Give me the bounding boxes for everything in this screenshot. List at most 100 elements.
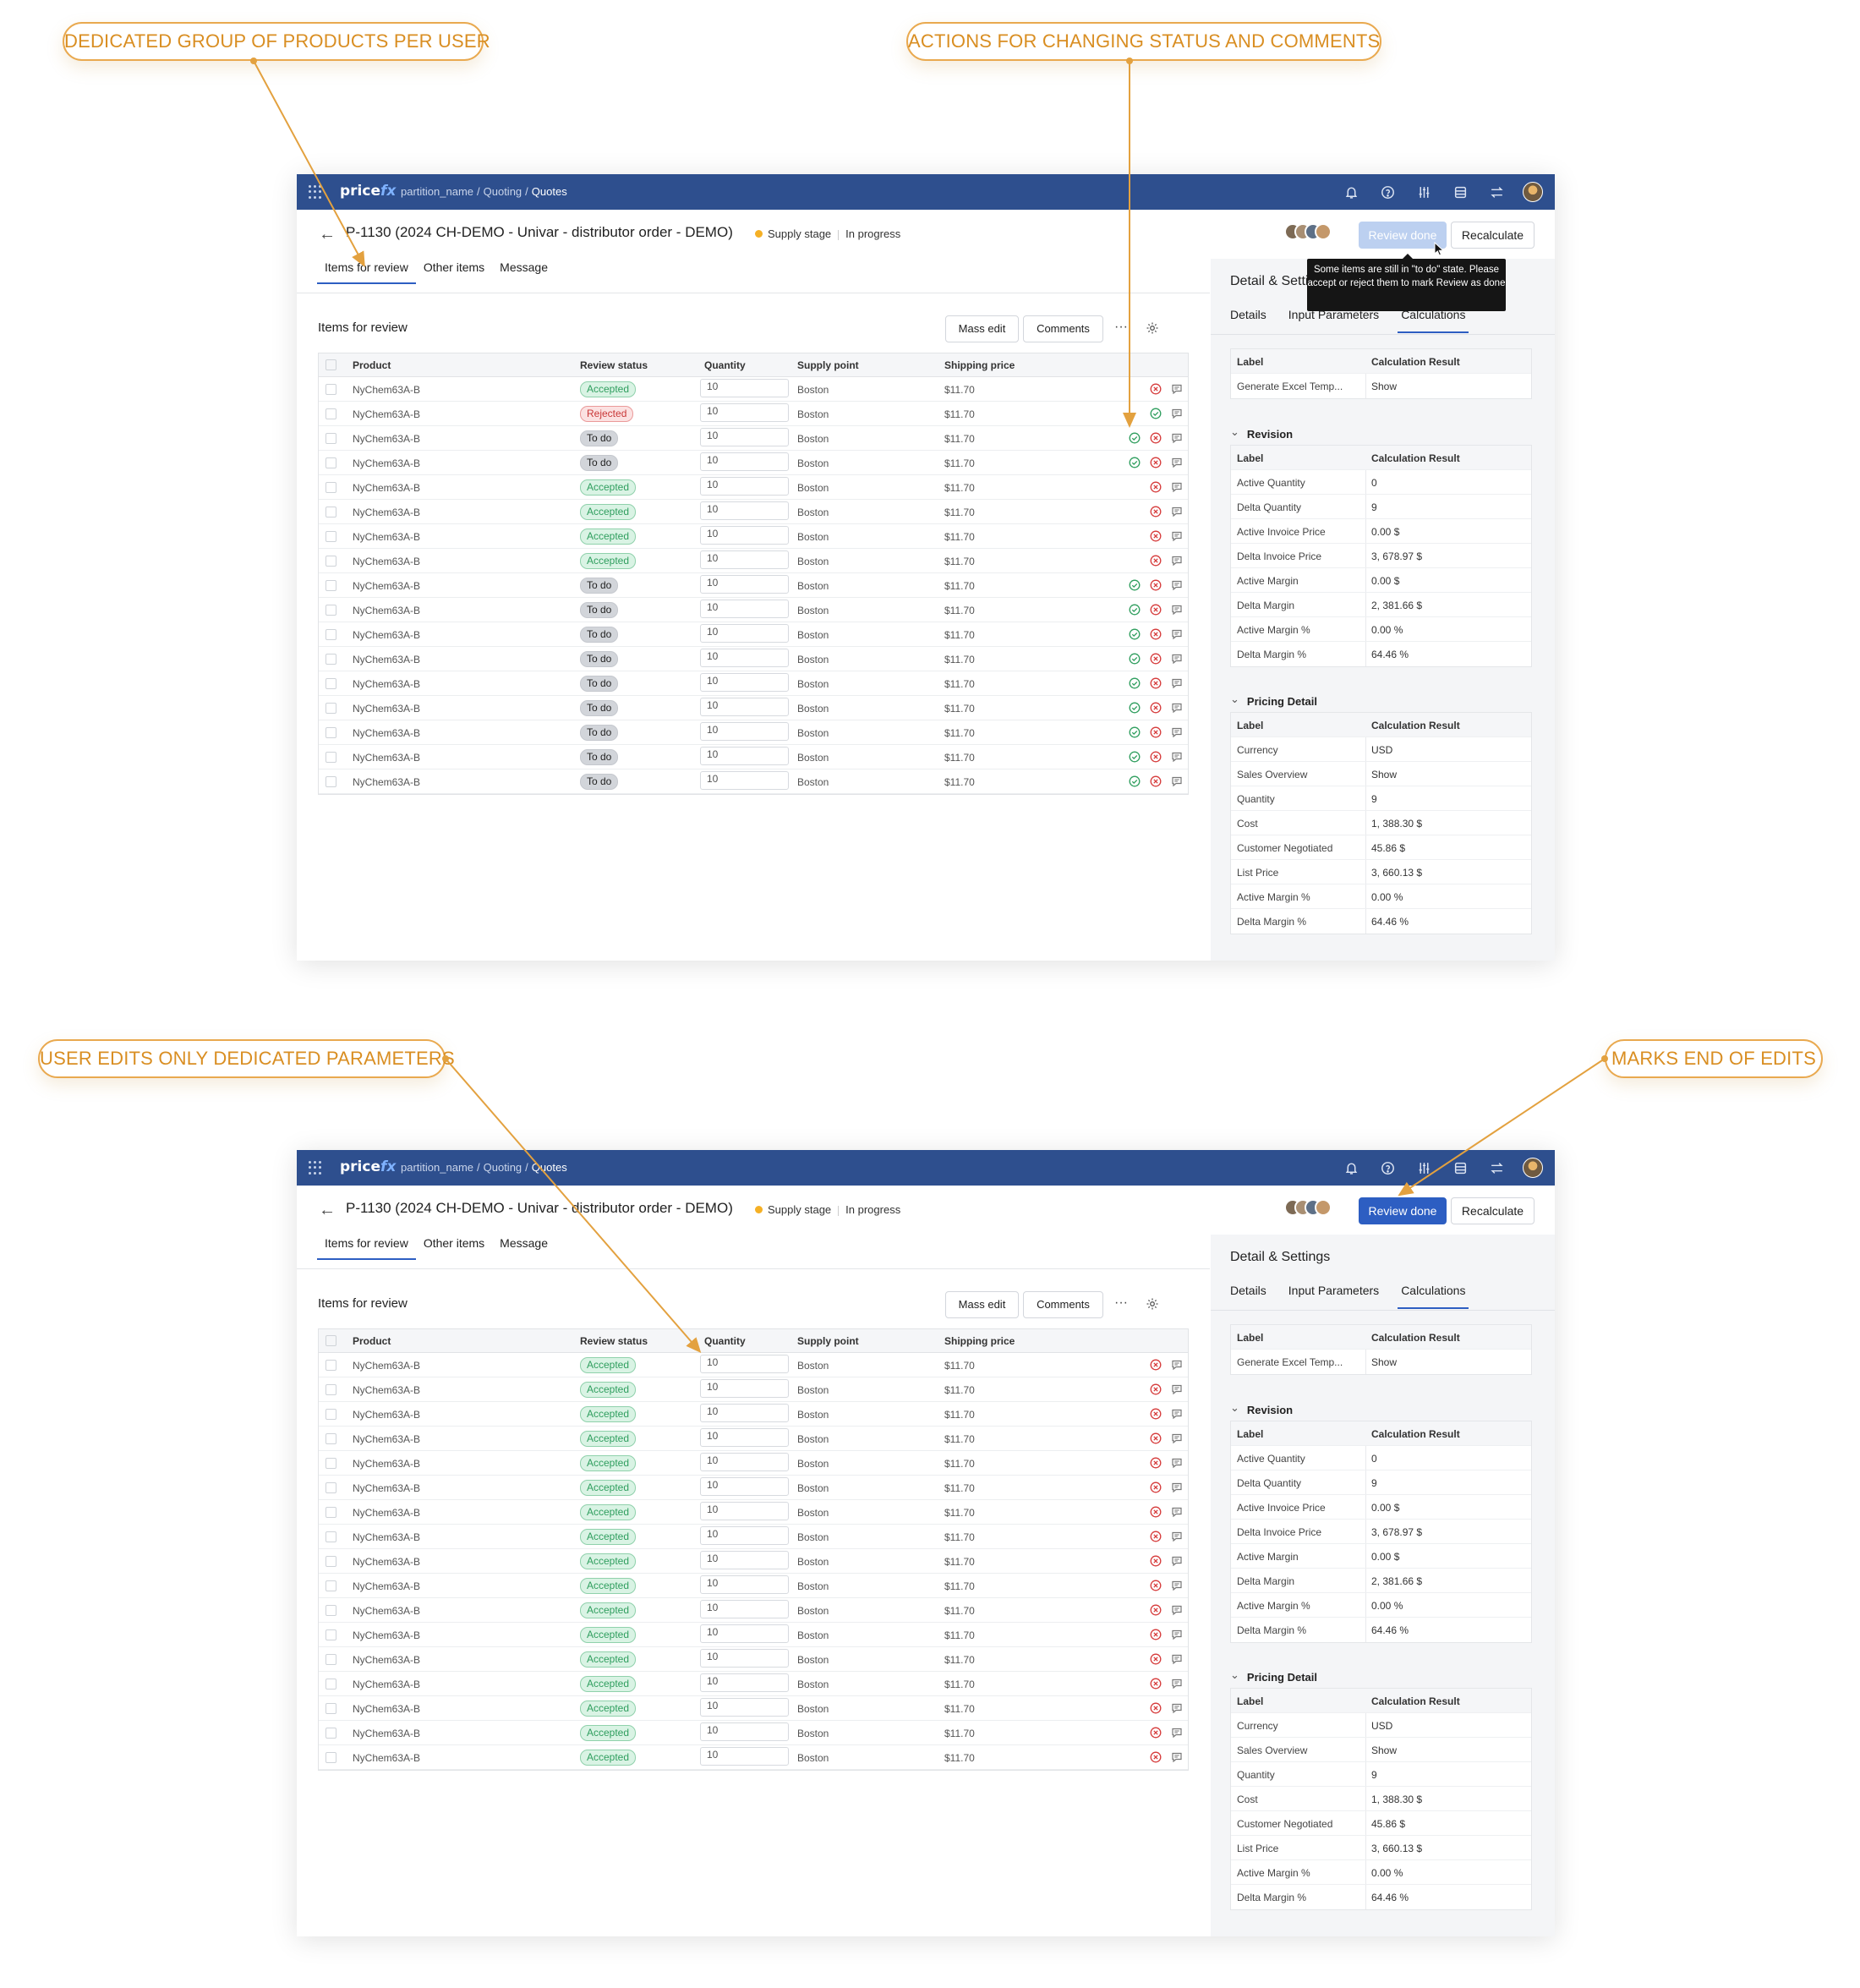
row-checkbox[interactable] bbox=[326, 703, 336, 714]
comment-icon[interactable] bbox=[1171, 628, 1183, 640]
comment-icon[interactable] bbox=[1171, 1751, 1183, 1763]
table-row[interactable]: NyChem63A-B Rejected 10 Boston $11.70 bbox=[319, 402, 1188, 426]
table-row[interactable]: NyChem63A-B Accepted 10 Boston $11.70 bbox=[319, 475, 1188, 500]
row-checkbox[interactable] bbox=[326, 605, 336, 616]
comment-icon[interactable] bbox=[1171, 751, 1183, 763]
breadcrumb-item[interactable]: Quotes bbox=[532, 1161, 567, 1174]
row-checkbox[interactable] bbox=[326, 1531, 336, 1542]
table-row[interactable]: NyChem63A-B To do 10 Boston $11.70 bbox=[319, 451, 1188, 475]
reject-icon[interactable] bbox=[1150, 1506, 1162, 1518]
table-row[interactable]: NyChem63A-B To do 10 Boston $11.70 bbox=[319, 426, 1188, 451]
reject-icon[interactable] bbox=[1150, 1580, 1162, 1591]
column-header[interactable]: Product bbox=[353, 359, 391, 371]
table-row[interactable]: NyChem63A-B Accepted 10 Boston $11.70 bbox=[319, 524, 1188, 549]
comment-icon[interactable] bbox=[1171, 555, 1183, 567]
table-row[interactable]: NyChem63A-B To do 10 Boston $11.70 bbox=[319, 696, 1188, 720]
quantity-input[interactable]: 10 bbox=[700, 1379, 789, 1398]
row-checkbox[interactable] bbox=[326, 507, 336, 518]
app-grid-icon[interactable] bbox=[309, 185, 322, 199]
quantity-input[interactable]: 10 bbox=[700, 379, 789, 397]
breadcrumb-item[interactable]: Quotes bbox=[532, 185, 567, 198]
quantity-input[interactable]: 10 bbox=[700, 428, 789, 446]
reject-icon[interactable] bbox=[1150, 628, 1162, 640]
table-row[interactable]: NyChem63A-B Accepted 10 Boston $11.70 bbox=[319, 1353, 1188, 1377]
table-row[interactable]: NyChem63A-B To do 10 Boston $11.70 bbox=[319, 598, 1188, 622]
recalculate-button[interactable]: Recalculate bbox=[1451, 222, 1534, 249]
reject-icon[interactable] bbox=[1150, 1531, 1162, 1542]
column-header[interactable]: Review status bbox=[580, 359, 648, 371]
reject-icon[interactable] bbox=[1150, 702, 1162, 714]
show-link[interactable]: Show bbox=[1371, 381, 1397, 392]
accept-icon[interactable] bbox=[1129, 604, 1141, 616]
comments-button[interactable]: Comments bbox=[1023, 1291, 1103, 1318]
table-row[interactable]: NyChem63A-B Accepted 10 Boston $11.70 bbox=[319, 500, 1188, 524]
table-row[interactable]: NyChem63A-B Accepted 10 Boston $11.70 bbox=[319, 1696, 1188, 1721]
comment-icon[interactable] bbox=[1171, 1408, 1183, 1420]
quantity-input[interactable]: 10 bbox=[700, 600, 789, 618]
row-checkbox[interactable] bbox=[326, 1752, 336, 1763]
reject-icon[interactable] bbox=[1150, 751, 1162, 763]
reject-icon[interactable] bbox=[1150, 457, 1162, 468]
reject-icon[interactable] bbox=[1150, 1457, 1162, 1469]
column-header[interactable]: Shipping price bbox=[944, 359, 1015, 371]
sliders-icon[interactable] bbox=[1414, 1158, 1434, 1178]
comment-icon[interactable] bbox=[1171, 775, 1183, 787]
reject-icon[interactable] bbox=[1150, 604, 1162, 616]
comment-icon[interactable] bbox=[1171, 1653, 1183, 1665]
table-row[interactable]: NyChem63A-B Accepted 10 Boston $11.70 bbox=[319, 1451, 1188, 1476]
column-header[interactable]: Product bbox=[353, 1335, 391, 1347]
row-checkbox[interactable] bbox=[326, 1458, 336, 1469]
comment-icon[interactable] bbox=[1171, 432, 1183, 444]
user-avatar[interactable] bbox=[1523, 182, 1543, 202]
row-checkbox[interactable] bbox=[326, 482, 336, 493]
reject-icon[interactable] bbox=[1150, 775, 1162, 787]
quantity-input[interactable]: 10 bbox=[700, 1624, 789, 1643]
breadcrumb-item[interactable]: partition_name bbox=[401, 185, 473, 198]
row-checkbox[interactable] bbox=[326, 1482, 336, 1493]
swap-icon[interactable] bbox=[1486, 1158, 1507, 1178]
select-all-checkbox[interactable] bbox=[326, 1335, 336, 1346]
quantity-input[interactable]: 10 bbox=[700, 1722, 789, 1741]
reject-icon[interactable] bbox=[1150, 481, 1162, 493]
table-row[interactable]: NyChem63A-B Accepted 10 Boston $11.70 bbox=[319, 1525, 1188, 1549]
reject-icon[interactable] bbox=[1150, 677, 1162, 689]
quantity-input[interactable]: 10 bbox=[700, 477, 789, 496]
table-row[interactable]: NyChem63A-B To do 10 Boston $11.70 bbox=[319, 769, 1188, 794]
show-link[interactable]: Show bbox=[1371, 769, 1397, 780]
row-checkbox[interactable] bbox=[326, 776, 336, 787]
comment-icon[interactable] bbox=[1171, 1359, 1183, 1371]
database-icon[interactable] bbox=[1450, 1158, 1470, 1178]
row-checkbox[interactable] bbox=[326, 654, 336, 665]
reject-icon[interactable] bbox=[1150, 1678, 1162, 1690]
table-row[interactable]: NyChem63A-B Accepted 10 Boston $11.70 bbox=[319, 549, 1188, 573]
user-avatar[interactable] bbox=[1523, 1158, 1543, 1178]
accept-icon[interactable] bbox=[1129, 677, 1141, 689]
comment-icon[interactable] bbox=[1171, 1383, 1183, 1395]
more-menu-icon[interactable]: ··· bbox=[1114, 320, 1128, 335]
reject-icon[interactable] bbox=[1150, 1383, 1162, 1395]
accept-icon[interactable] bbox=[1129, 702, 1141, 714]
reject-icon[interactable] bbox=[1150, 530, 1162, 542]
table-row[interactable]: NyChem63A-B Accepted 10 Boston $11.70 bbox=[319, 1476, 1188, 1500]
accept-icon[interactable] bbox=[1129, 628, 1141, 640]
reject-icon[interactable] bbox=[1150, 1408, 1162, 1420]
tab-details[interactable]: Details bbox=[1230, 308, 1266, 333]
comment-icon[interactable] bbox=[1171, 579, 1183, 591]
reject-icon[interactable] bbox=[1150, 1629, 1162, 1640]
tab-calculations[interactable]: Calculations bbox=[1398, 1284, 1469, 1309]
accept-icon[interactable] bbox=[1129, 579, 1141, 591]
tab-details[interactable]: Details bbox=[1230, 1284, 1266, 1309]
pricefx-logo[interactable]: pricefx bbox=[340, 183, 396, 200]
comment-icon[interactable] bbox=[1171, 1506, 1183, 1518]
quantity-input[interactable]: 10 bbox=[700, 747, 789, 765]
table-row[interactable]: NyChem63A-B Accepted 10 Boston $11.70 bbox=[319, 377, 1188, 402]
reject-icon[interactable] bbox=[1150, 726, 1162, 738]
mass-edit-button[interactable]: Mass edit bbox=[945, 1291, 1019, 1318]
back-arrow-icon[interactable]: ← bbox=[319, 1201, 336, 1220]
table-row[interactable]: NyChem63A-B Accepted 10 Boston $11.70 bbox=[319, 1647, 1188, 1672]
row-checkbox[interactable] bbox=[326, 1629, 336, 1640]
comment-icon[interactable] bbox=[1171, 1727, 1183, 1739]
back-arrow-icon[interactable]: ← bbox=[319, 225, 336, 244]
comment-icon[interactable] bbox=[1171, 530, 1183, 542]
accept-icon[interactable] bbox=[1129, 457, 1141, 468]
